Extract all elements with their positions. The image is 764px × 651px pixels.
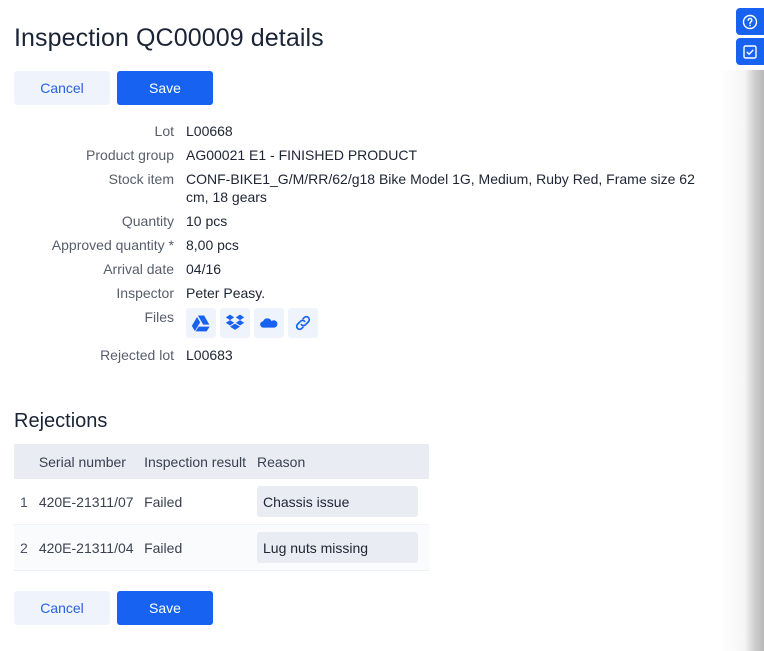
product-group-value: AG00021 E1 - FINISHED PRODUCT	[186, 147, 418, 163]
product-group-label: Product group	[86, 147, 174, 163]
detail-row-arrival-date: Arrival date 04/16	[0, 260, 720, 278]
detail-row-files: Files	[0, 308, 720, 338]
cancel-button[interactable]: Cancel	[14, 71, 110, 105]
google-drive-icon	[191, 315, 210, 332]
detail-row-approved-quantity: Approved quantity * 8,00 pcs	[0, 236, 720, 254]
arrival-date-label: Arrival date	[103, 261, 174, 277]
help-button[interactable]	[736, 8, 764, 35]
link-button[interactable]	[288, 308, 318, 338]
detail-row-rejected-lot: Rejected lot L00683	[0, 346, 720, 364]
column-header-inspection-result: Inspection result	[140, 444, 253, 479]
column-header-index	[14, 444, 35, 479]
inspector-value: Peter Peasy.	[186, 285, 266, 301]
files-label: Files	[144, 309, 174, 325]
rejections-title: Rejections	[14, 410, 108, 432]
page-title: Inspection QC00009 details	[14, 24, 324, 52]
rejected-lot-value: L00683	[186, 347, 233, 363]
inspector-label: Inspector	[116, 285, 174, 301]
detail-row-stock-item: Stock item CONF-BIKE1_G/M/RR/62/g18 Bike…	[0, 170, 720, 206]
detail-row-product-group: Product group AG00021 E1 - FINISHED PROD…	[0, 146, 720, 164]
serial-number-cell: 420E-21311/04	[34, 524, 141, 571]
side-panel-shadow	[720, 70, 764, 651]
save-button-bottom[interactable]: Save	[117, 591, 213, 625]
onedrive-icon	[260, 318, 278, 328]
reason-input[interactable]	[257, 486, 418, 517]
row-number: 1	[14, 479, 35, 525]
detail-row-lot: Lot L00668	[0, 122, 720, 140]
quantity-value: 10 pcs	[186, 213, 228, 229]
arrival-date-value: 04/16	[186, 261, 222, 277]
detail-row-inspector: Inspector Peter Peasy.	[0, 284, 720, 302]
checklist-button[interactable]	[736, 38, 764, 65]
dropbox-icon	[225, 314, 245, 330]
lot-label: Lot	[154, 123, 174, 139]
detail-row-quantity: Quantity 10 pcs	[0, 212, 720, 230]
reason-cell	[253, 524, 429, 571]
onedrive-button[interactable]	[254, 308, 284, 338]
save-button[interactable]: Save	[117, 71, 213, 105]
serial-number-cell: 420E-21311/07	[34, 479, 141, 525]
rejected-lot-label: Rejected lot	[100, 347, 174, 363]
stock-item-value: CONF-BIKE1_G/M/RR/62/g18 Bike Model 1G, …	[186, 171, 695, 205]
cancel-button-bottom[interactable]: Cancel	[14, 591, 110, 625]
reason-input[interactable]	[257, 532, 418, 563]
top-action-bar: Cancel Save	[14, 71, 213, 105]
table-header-row: Serial number Inspection result Reason	[14, 444, 429, 479]
column-header-reason: Reason	[253, 444, 429, 479]
checkbox-icon	[743, 44, 757, 59]
inspection-result-cell: Failed	[140, 524, 253, 571]
link-icon	[295, 315, 311, 331]
quantity-label: Quantity	[121, 213, 174, 229]
stock-item-label: Stock item	[108, 171, 174, 187]
inspection-result-cell: Failed	[140, 479, 253, 525]
approved-quantity-value: 8,00 pcs	[186, 237, 239, 253]
lot-value: L00668	[186, 123, 233, 139]
help-icon	[742, 14, 758, 29]
table-row: 2 420E-21311/04 Failed	[14, 524, 429, 571]
details-form: Lot L00668 Product group AG00021 E1 - FI…	[0, 122, 720, 370]
column-header-serial-number: Serial number	[34, 444, 141, 479]
row-number: 2	[14, 524, 35, 571]
rejections-table: Serial number Inspection result Reason 1…	[14, 444, 429, 571]
table-row: 1 420E-21311/07 Failed	[14, 479, 429, 525]
bottom-action-bar: Cancel Save	[14, 591, 213, 625]
google-drive-button[interactable]	[186, 308, 216, 338]
files-buttons	[186, 308, 696, 338]
inspection-page: Inspection QC00009 details Cancel Save L…	[0, 0, 730, 651]
dropbox-button[interactable]	[220, 308, 250, 338]
approved-quantity-label: Approved quantity *	[51, 237, 174, 253]
reason-cell	[253, 479, 429, 525]
